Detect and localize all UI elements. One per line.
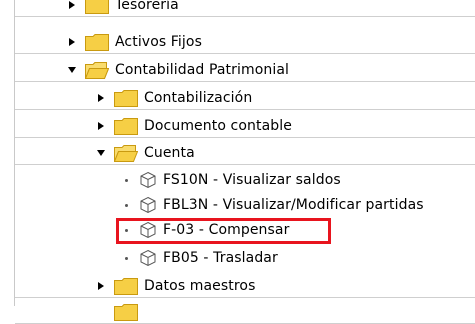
tree-node-label: Contabilidad Patrimonial xyxy=(115,62,290,78)
expand-arrow-icon[interactable] xyxy=(67,37,77,47)
expand-arrow-icon[interactable] xyxy=(67,0,77,10)
transaction-cube-icon xyxy=(139,249,157,267)
tree-node-datos-maestros[interactable]: Datos maestros xyxy=(15,274,475,298)
menu-tree: Tesorería Activos Fijos Contabilidad Pat… xyxy=(0,0,475,324)
open-folder-icon xyxy=(85,61,109,79)
tree-node-partial[interactable] xyxy=(15,300,475,324)
bullet-icon xyxy=(121,175,131,185)
folder-icon xyxy=(85,33,109,51)
expand-arrow-icon[interactable] xyxy=(96,93,106,103)
tree-item-fbl3n[interactable]: FBL3N - Visualizar/Modificar partidas xyxy=(15,193,475,217)
tree-node-label: Activos Fijos xyxy=(115,34,202,50)
collapse-arrow-icon[interactable] xyxy=(67,65,77,75)
tree-item-fb05[interactable]: FB05 - Trasladar xyxy=(15,246,475,270)
tree-item-label: FBL3N - Visualizar/Modificar partidas xyxy=(163,197,424,213)
open-folder-icon xyxy=(114,144,138,162)
expand-arrow-icon[interactable] xyxy=(96,281,106,291)
folder-icon xyxy=(114,117,138,135)
bullet-icon xyxy=(121,253,131,263)
expand-arrow-icon[interactable] xyxy=(96,307,106,317)
tree-node-contabilidad-patrimonial[interactable]: Contabilidad Patrimonial xyxy=(15,58,475,82)
tree-node-cuenta[interactable]: Cuenta xyxy=(15,141,475,165)
folder-icon xyxy=(114,303,138,321)
tree-node-label: Tesorería xyxy=(115,0,179,13)
bullet-icon xyxy=(121,200,131,210)
tree-node-tesoreria[interactable]: Tesorería xyxy=(15,0,475,17)
transaction-cube-icon xyxy=(139,171,157,189)
tree-item-label: FS10N - Visualizar saldos xyxy=(163,172,341,188)
tree-node-contabilizacion[interactable]: Contabilización xyxy=(15,86,475,110)
folder-icon xyxy=(85,0,109,14)
tree-item-label: FB05 - Trasladar xyxy=(163,250,278,266)
tree-node-documento-contable[interactable]: Documento contable xyxy=(15,114,475,138)
folder-icon xyxy=(114,89,138,107)
folder-icon xyxy=(114,277,138,295)
highlight-annotation-box xyxy=(116,218,331,244)
expand-arrow-icon[interactable] xyxy=(96,121,106,131)
transaction-cube-icon xyxy=(139,196,157,214)
tree-node-label: Contabilización xyxy=(144,90,253,106)
tree-node-activos-fijos[interactable]: Activos Fijos xyxy=(15,30,475,54)
collapse-arrow-icon[interactable] xyxy=(96,148,106,158)
tree-item-fs10n[interactable]: FS10N - Visualizar saldos xyxy=(15,168,475,192)
tree-node-label: Documento contable xyxy=(144,118,292,134)
tree-node-label: Datos maestros xyxy=(144,278,256,294)
tree-node-label: Cuenta xyxy=(144,145,195,161)
